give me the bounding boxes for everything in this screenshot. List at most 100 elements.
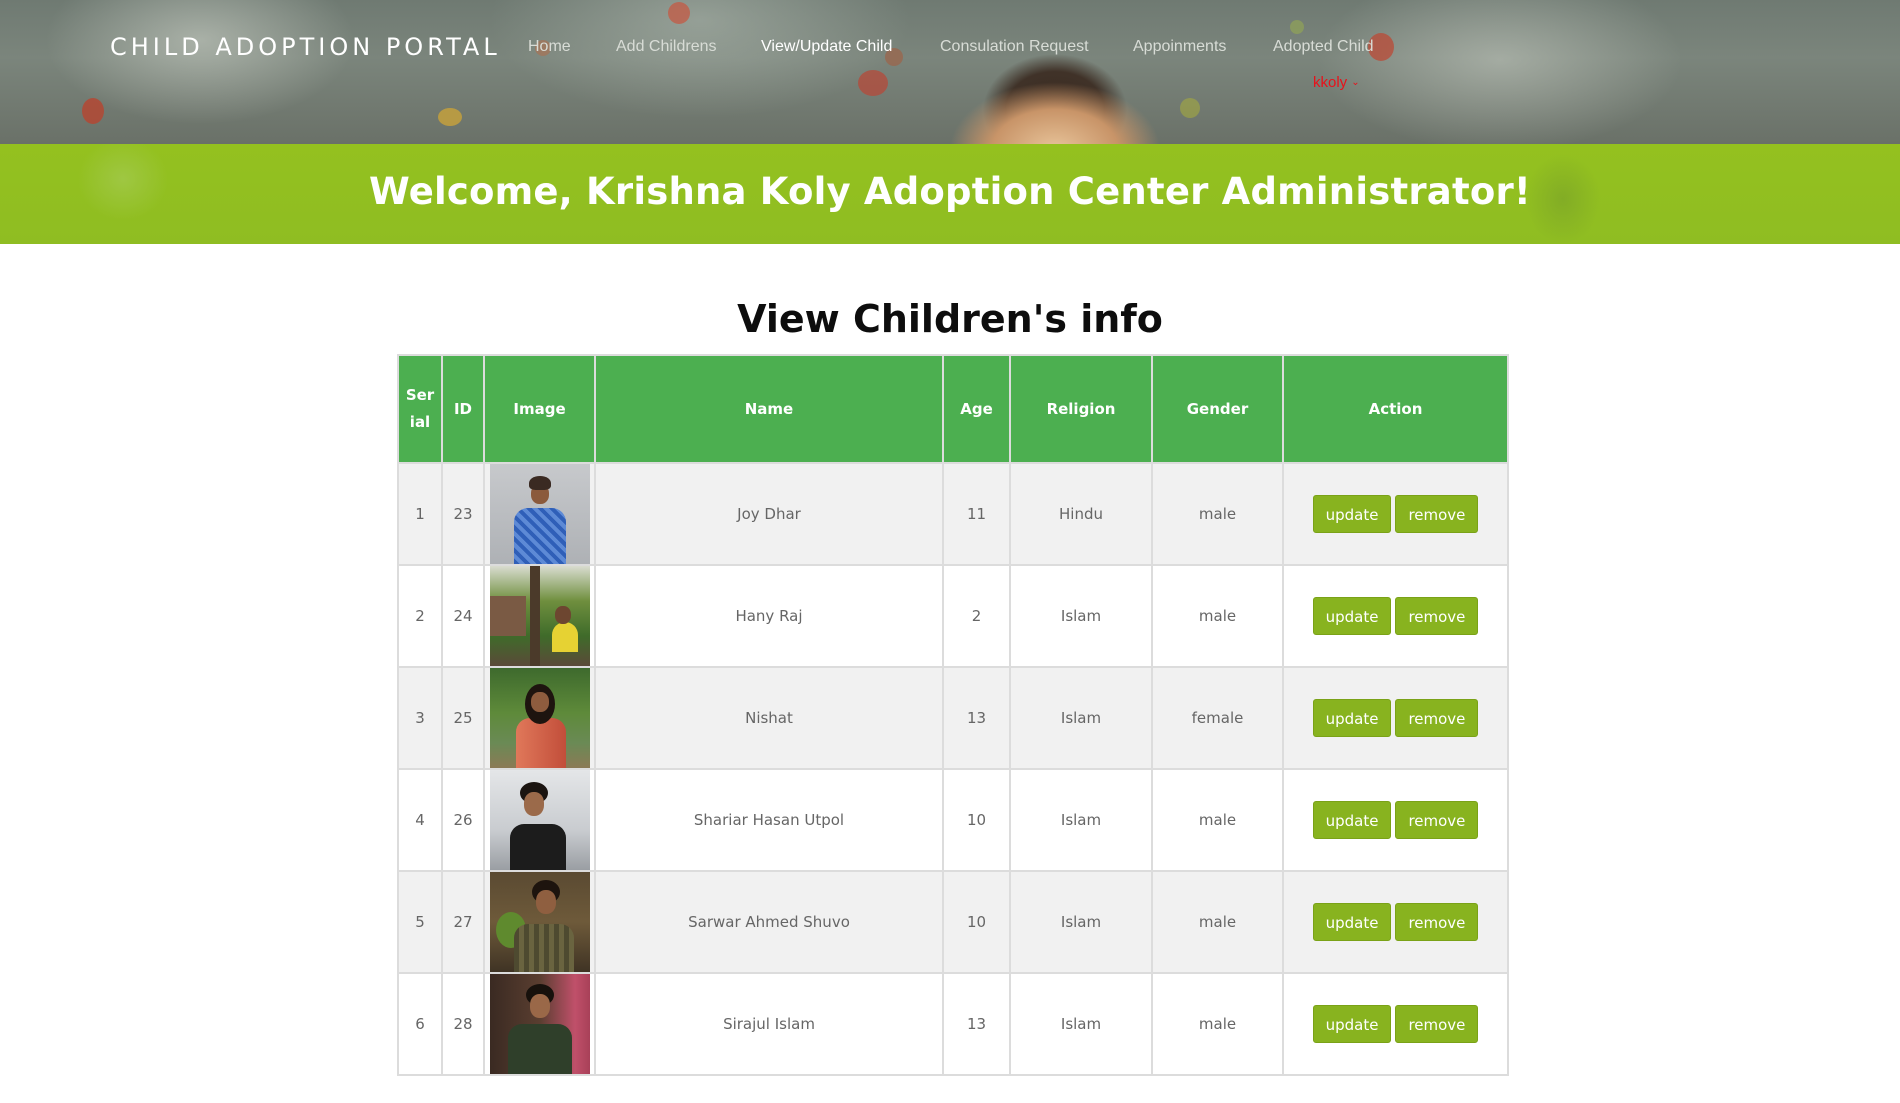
cell-name: Sirajul Islam xyxy=(594,972,944,1076)
cell-action: update remove xyxy=(1282,666,1509,770)
cell-age: 13 xyxy=(942,666,1011,770)
cell-id: 28 xyxy=(441,972,485,1076)
cell-serial: 5 xyxy=(397,870,443,974)
cell-age: 10 xyxy=(942,768,1011,872)
nav-appointments[interactable]: Appoinments xyxy=(1133,38,1226,56)
child-photo xyxy=(489,668,590,768)
cell-image xyxy=(483,564,596,668)
table-header-row: Serial ID Image Name Age Religion Gender… xyxy=(397,354,1509,464)
cell-serial: 1 xyxy=(397,462,443,566)
cell-gender: male xyxy=(1151,768,1284,872)
cell-name: Shariar Hasan Utpol xyxy=(594,768,944,872)
cell-action: update remove xyxy=(1282,564,1509,668)
cell-id: 27 xyxy=(441,870,485,974)
update-button[interactable]: update xyxy=(1312,495,1392,533)
user-menu[interactable]: kkoly ⌄ xyxy=(1313,74,1360,91)
remove-button[interactable]: remove xyxy=(1395,801,1479,839)
table-row: 4 26 Shariar Hasan Utpol 10 Islam male u… xyxy=(397,768,1509,872)
cell-action: update remove xyxy=(1282,768,1509,872)
remove-button[interactable]: remove xyxy=(1395,1005,1479,1043)
column-header-name[interactable]: Name xyxy=(594,354,944,464)
update-button[interactable]: update xyxy=(1312,597,1392,635)
decor-bubble xyxy=(1290,20,1304,34)
update-button[interactable]: update xyxy=(1312,903,1392,941)
page-title: View Children's info xyxy=(737,297,1163,341)
cell-age: 11 xyxy=(942,462,1011,566)
cell-name: Joy Dhar xyxy=(594,462,944,566)
nav-add-childrens[interactable]: Add Childrens xyxy=(616,38,717,56)
column-header-age[interactable]: Age xyxy=(942,354,1011,464)
table-row: 2 24 Hany Raj 2 Islam male update remove xyxy=(397,564,1509,668)
user-name: kkoly xyxy=(1313,74,1348,91)
cell-id: 23 xyxy=(441,462,485,566)
decor-bubble xyxy=(858,70,888,96)
nav-home[interactable]: Home xyxy=(528,38,571,56)
cell-religion: Islam xyxy=(1009,870,1153,974)
cell-gender: male xyxy=(1151,564,1284,668)
cell-image xyxy=(483,972,596,1076)
cell-id: 26 xyxy=(441,768,485,872)
decor-bubble xyxy=(1180,98,1200,118)
column-header-religion[interactable]: Religion xyxy=(1009,354,1153,464)
table-row: 1 23 Joy Dhar 11 Hindu male update remove xyxy=(397,462,1509,566)
nav-adopted-child[interactable]: Adopted Child xyxy=(1273,38,1374,56)
remove-button[interactable]: remove xyxy=(1395,903,1479,941)
table-row: 3 25 Nishat 13 Islam female update remove xyxy=(397,666,1509,770)
cell-religion: Islam xyxy=(1009,666,1153,770)
column-header-image[interactable]: Image xyxy=(483,354,596,464)
decor-bubble xyxy=(668,2,690,24)
cell-action: update remove xyxy=(1282,972,1509,1076)
table-row: 5 27 Sarwar Ahmed Shuvo 10 Islam male up… xyxy=(397,870,1509,974)
welcome-message: Welcome, Krishna Koly Adoption Center Ad… xyxy=(369,170,1531,213)
cell-religion: Hindu xyxy=(1009,462,1153,566)
chevron-down-icon: ⌄ xyxy=(1351,77,1360,88)
cell-religion: Islam xyxy=(1009,972,1153,1076)
remove-button[interactable]: remove xyxy=(1395,597,1479,635)
cell-gender: male xyxy=(1151,870,1284,974)
column-header-action[interactable]: Action xyxy=(1282,354,1509,464)
column-header-id[interactable]: ID xyxy=(441,354,485,464)
cell-age: 13 xyxy=(942,972,1011,1076)
cell-gender: male xyxy=(1151,462,1284,566)
column-header-gender[interactable]: Gender xyxy=(1151,354,1284,464)
cell-age: 2 xyxy=(942,564,1011,668)
cell-name: Hany Raj xyxy=(594,564,944,668)
cell-age: 10 xyxy=(942,870,1011,974)
cell-serial: 3 xyxy=(397,666,443,770)
cell-name: Sarwar Ahmed Shuvo xyxy=(594,870,944,974)
child-photo xyxy=(489,566,590,666)
cell-id: 24 xyxy=(441,564,485,668)
table-row: 6 28 Sirajul Islam 13 Islam male update r… xyxy=(397,972,1509,1076)
cell-image xyxy=(483,870,596,974)
child-photo xyxy=(489,974,590,1074)
child-photo xyxy=(489,770,590,870)
cell-action: update remove xyxy=(1282,870,1509,974)
cell-religion: Islam xyxy=(1009,768,1153,872)
cell-image xyxy=(483,462,596,566)
cell-id: 25 xyxy=(441,666,485,770)
cell-action: update remove xyxy=(1282,462,1509,566)
child-photo xyxy=(489,464,590,564)
remove-button[interactable]: remove xyxy=(1395,699,1479,737)
decor-bubble xyxy=(82,98,104,124)
child-photo xyxy=(489,872,590,972)
cell-gender: female xyxy=(1151,666,1284,770)
update-button[interactable]: update xyxy=(1312,699,1392,737)
children-table: Serial ID Image Name Age Religion Gender… xyxy=(397,354,1509,1076)
cell-gender: male xyxy=(1151,972,1284,1076)
update-button[interactable]: update xyxy=(1312,1005,1392,1043)
welcome-banner: Welcome, Krishna Koly Adoption Center Ad… xyxy=(0,144,1900,244)
cell-serial: 2 xyxy=(397,564,443,668)
nav-consultation-request[interactable]: Consulation Request xyxy=(940,38,1089,56)
site-brand[interactable]: CHILD ADOPTION PORTAL xyxy=(110,33,501,61)
update-button[interactable]: update xyxy=(1312,801,1392,839)
cell-serial: 6 xyxy=(397,972,443,1076)
column-header-serial[interactable]: Serial xyxy=(397,354,443,464)
remove-button[interactable]: remove xyxy=(1395,495,1479,533)
decor-bubble xyxy=(438,108,462,126)
cell-religion: Islam xyxy=(1009,564,1153,668)
site-header: CHILD ADOPTION PORTAL Home Add Childrens… xyxy=(0,0,1900,144)
nav-view-update-child[interactable]: View/Update Child xyxy=(761,38,892,56)
cell-image xyxy=(483,666,596,770)
cell-name: Nishat xyxy=(594,666,944,770)
